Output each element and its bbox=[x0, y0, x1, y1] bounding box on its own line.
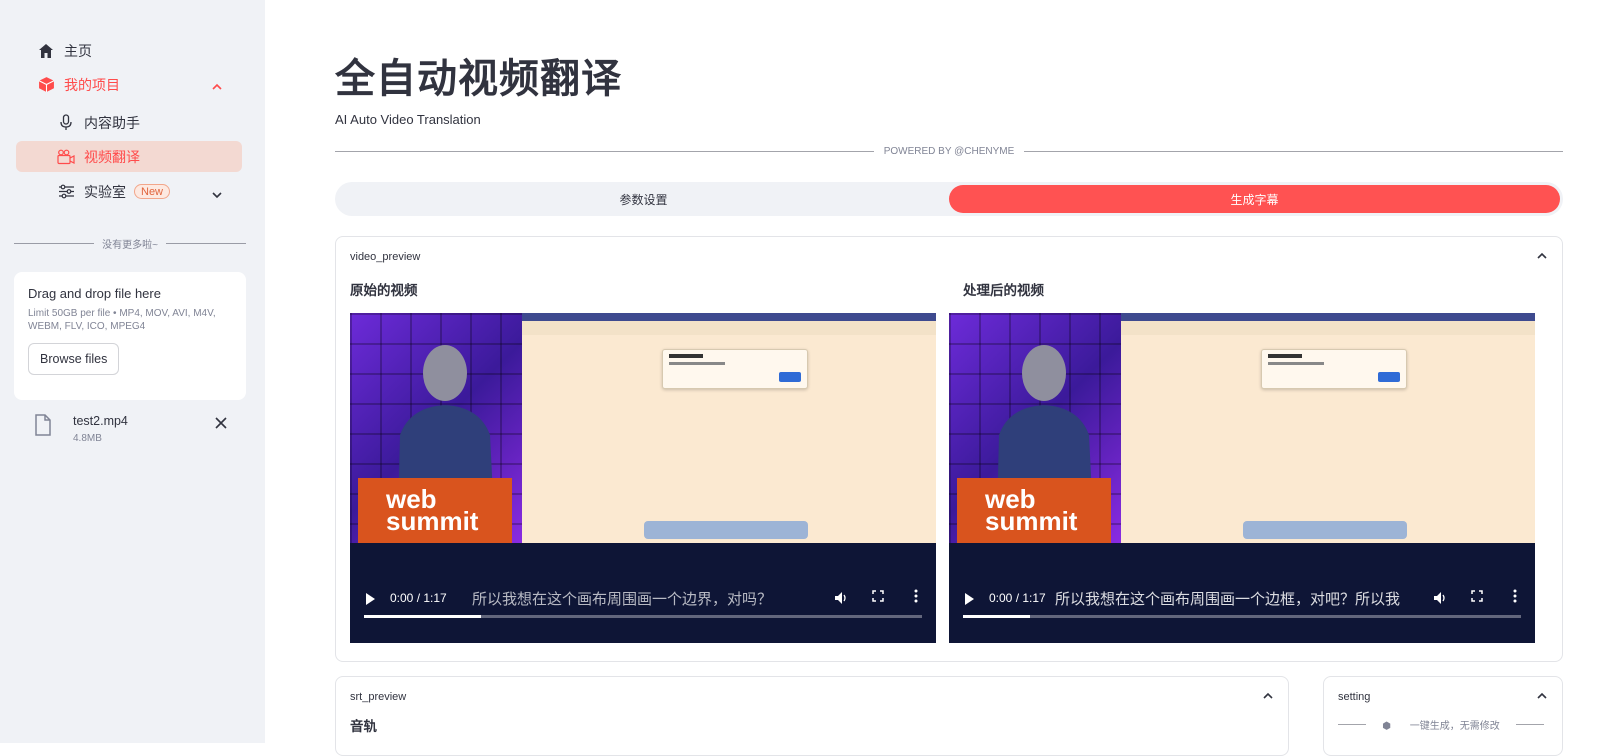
sidebar-item-home[interactable]: 主页 bbox=[16, 35, 242, 66]
video-camera-icon bbox=[56, 147, 76, 167]
fullscreen-icon[interactable] bbox=[1471, 590, 1483, 605]
uploaded-file-item: test2.mp4 4.8MB bbox=[30, 410, 240, 450]
fullscreen-icon[interactable] bbox=[872, 590, 884, 605]
tab-generate-subtitles[interactable]: 生成字幕 bbox=[949, 185, 1560, 213]
sidebar-item-label: 内容助手 bbox=[84, 114, 140, 131]
sidebar-item-content-assistant[interactable]: 内容助手 bbox=[16, 107, 242, 138]
file-name: test2.mp4 bbox=[73, 414, 128, 428]
dialog-ok bbox=[779, 372, 801, 382]
tab-parameter-settings[interactable]: 参数设置 bbox=[338, 185, 949, 213]
panel-label: srt_preview bbox=[350, 691, 407, 703]
video-progress-fill bbox=[364, 615, 482, 618]
page-subtitle: AI Auto Video Translation bbox=[335, 112, 481, 127]
powered-by-divider: POWERED BY @CHENYME bbox=[335, 146, 1563, 157]
screen-addressbar bbox=[522, 321, 936, 335]
main-content: 全自动视频翻译 AI Auto Video Translation POWERE… bbox=[265, 0, 1602, 756]
processed-video-player[interactable]: web summit 0:00 / 1:17 所以我想在这个画布周围画一个边框，对… bbox=[949, 313, 1535, 643]
drop-text: Drag and drop file here bbox=[28, 286, 161, 301]
video-progress-bar[interactable] bbox=[364, 615, 922, 618]
processed-video-title: 处理后的视频 bbox=[963, 283, 1044, 298]
tab-bar: 参数设置 生成字幕 bbox=[335, 182, 1563, 216]
file-size: 4.8MB bbox=[73, 433, 102, 444]
video-progress-fill bbox=[963, 615, 1030, 618]
box-icon bbox=[36, 75, 56, 95]
setting-sub-label: ⬢ 一键生成，无需修改 bbox=[1366, 717, 1516, 732]
video-dialog-box bbox=[1261, 349, 1407, 389]
video-screen-content bbox=[522, 313, 936, 543]
setting-panel: setting ⬢ 一键生成，无需修改 bbox=[1323, 676, 1563, 756]
setting-divider: ⬢ 一键生成，无需修改 bbox=[1338, 717, 1544, 732]
play-icon[interactable] bbox=[366, 593, 375, 605]
chevron-up-icon[interactable] bbox=[1536, 249, 1548, 261]
dialog-line bbox=[1268, 354, 1302, 358]
sidebar-item-video-translation[interactable]: 视频翻译 bbox=[16, 141, 242, 172]
sidebar-divider: 没有更多啦~ bbox=[14, 236, 246, 251]
sidebar-item-label: 实验室 bbox=[84, 183, 126, 200]
video-screen-content bbox=[1121, 313, 1535, 543]
chevron-up-icon bbox=[212, 78, 222, 94]
original-video-title: 原始的视频 bbox=[350, 283, 418, 298]
new-badge: New bbox=[134, 184, 171, 199]
page-title: 全自动视频翻译 bbox=[335, 57, 622, 101]
screen-addressbar bbox=[1121, 321, 1535, 335]
cube-icon: ⬢ bbox=[1382, 721, 1391, 732]
powered-by-label: POWERED BY @CHENYME bbox=[883, 146, 1015, 157]
sidebar-item-label: 主页 bbox=[64, 42, 92, 59]
video-subtitle-overlay: 所以我想在这个画布周围画一个边框，对吧？所以我 bbox=[1055, 591, 1401, 608]
video-dialog-box bbox=[662, 349, 808, 389]
more-options-icon[interactable] bbox=[914, 589, 918, 606]
home-icon bbox=[36, 41, 56, 61]
dialog-line bbox=[669, 362, 725, 365]
sidebar-item-label: 视频翻译 bbox=[84, 148, 140, 165]
dialog-line bbox=[1268, 362, 1324, 365]
sliders-icon bbox=[56, 182, 76, 202]
more-options-icon[interactable] bbox=[1513, 589, 1517, 606]
video-time: 0:00 / 1:17 bbox=[390, 591, 447, 605]
panel-label: setting bbox=[1338, 691, 1371, 703]
video-time: 0:00 / 1:17 bbox=[989, 591, 1046, 605]
chevron-up-icon[interactable] bbox=[1262, 689, 1274, 701]
video-preview-panel: video_preview 原始的视频 处理后的视频 web summit 0:… bbox=[335, 236, 1563, 662]
screen-menubar bbox=[522, 313, 936, 321]
dialog-ok bbox=[1378, 372, 1400, 382]
file-icon bbox=[34, 414, 52, 441]
video-subtitle-overlay: 所以我想在这个画布周围画一个边界，对吗？ bbox=[472, 591, 773, 608]
screen-menubar bbox=[1121, 313, 1535, 321]
sidebar-item-lab[interactable]: 实验室 New bbox=[16, 176, 242, 207]
close-icon[interactable] bbox=[215, 416, 227, 434]
video-dock bbox=[644, 521, 808, 539]
panel-label: video_preview bbox=[350, 251, 421, 263]
video-dock bbox=[1243, 521, 1407, 539]
limit-text: Limit 50GB per file • MP4, MOV, AVI, M4V… bbox=[28, 308, 216, 332]
file-uploader-dropzone[interactable]: Drag and drop file here Limit 50GB per f… bbox=[14, 272, 246, 400]
sidebar-item-label: 我的项目 bbox=[64, 76, 120, 93]
web-summit-logo: web summit bbox=[386, 484, 479, 536]
video-progress-bar[interactable] bbox=[963, 615, 1521, 618]
original-video-player[interactable]: web summit 0:00 / 1:17 所以我想在这个画布周围画一个边界，对… bbox=[350, 313, 936, 643]
play-icon[interactable] bbox=[965, 593, 974, 605]
chevron-up-icon[interactable] bbox=[1536, 689, 1548, 701]
volume-icon[interactable] bbox=[834, 591, 848, 608]
chevron-down-icon bbox=[212, 186, 222, 202]
audio-track-heading: 音轨 bbox=[350, 719, 377, 734]
srt-preview-panel: srt_preview 音轨 bbox=[335, 676, 1289, 756]
dialog-line bbox=[669, 354, 703, 358]
setting-sub-text: 一键生成，无需修改 bbox=[1409, 721, 1500, 732]
microphone-icon bbox=[56, 113, 76, 133]
divider-label: 没有更多啦~ bbox=[102, 240, 158, 251]
web-summit-logo: web summit bbox=[985, 484, 1078, 536]
volume-icon[interactable] bbox=[1433, 591, 1447, 608]
browse-files-button[interactable]: Browse files bbox=[28, 343, 120, 375]
sidebar: 主页 我的项目 内容助手 视频翻译 实验室 New 没有更多啦~ Drag an… bbox=[0, 0, 265, 743]
sidebar-item-my-projects[interactable]: 我的项目 bbox=[16, 69, 242, 100]
